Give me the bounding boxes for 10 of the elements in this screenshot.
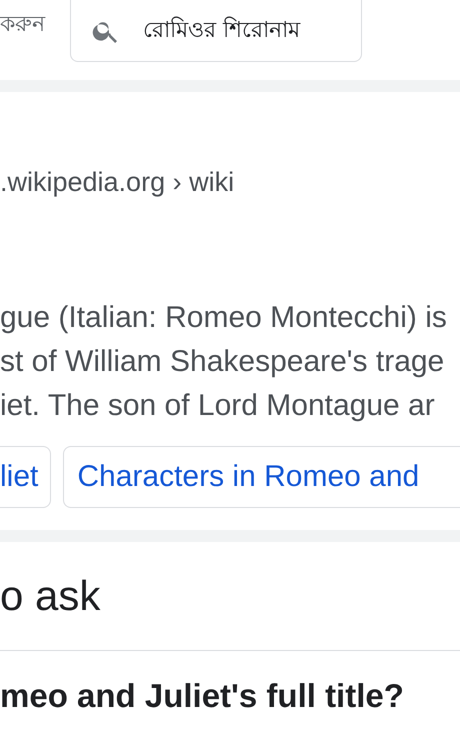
question-item[interactable]: meo and Juliet's full title? bbox=[0, 651, 460, 715]
snippet-text: gue (Italian: Romeo Montecchi) is bbox=[0, 300, 448, 336]
search-field[interactable]: রোমিওর শিরোনাম bbox=[70, 0, 362, 62]
related-link-chip[interactable]: Characters in Romeo and bbox=[63, 446, 460, 508]
section-heading: o ask bbox=[0, 542, 460, 651]
snippet-text: iet. The son of Lord Montague ar bbox=[0, 388, 436, 424]
search-tab-label[interactable]: করুন bbox=[0, 6, 70, 43]
snippet-text: st of William Shakespeare's trage bbox=[0, 344, 446, 380]
related-link-chip[interactable]: liet bbox=[0, 446, 52, 508]
result-url[interactable]: .wikipedia.org › wiki bbox=[0, 167, 460, 197]
